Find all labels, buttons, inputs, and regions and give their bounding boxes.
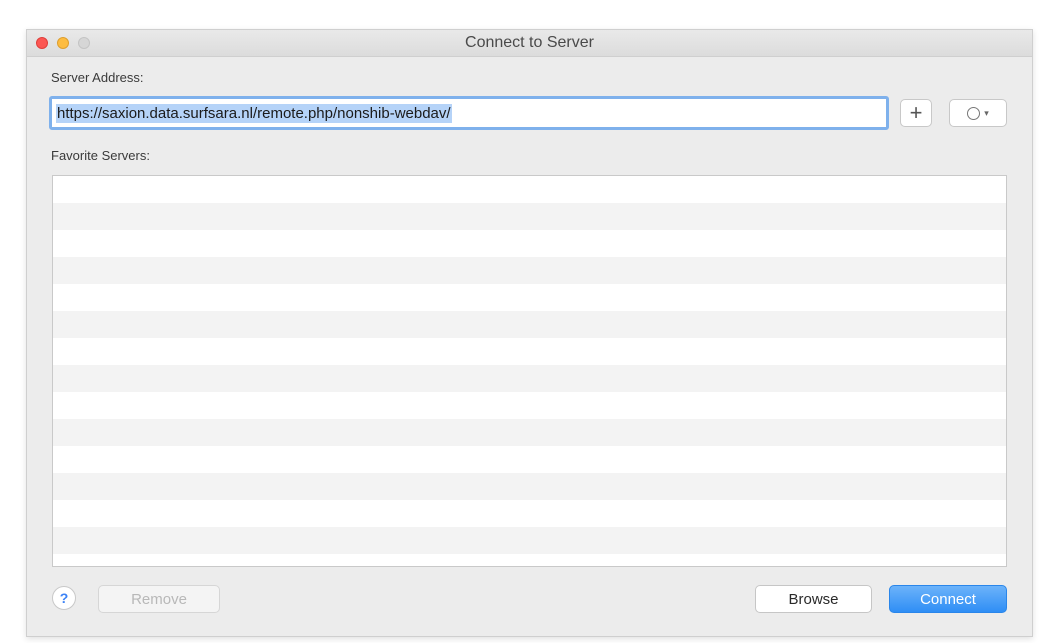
window-title: Connect to Server — [465, 34, 594, 51]
help-button[interactable]: ? — [52, 586, 76, 610]
connect-to-server-window: Connect to Server Server Address: https:… — [26, 29, 1033, 637]
server-address-value: https://saxion.data.surfsara.nl/remote.p… — [56, 103, 452, 123]
favorite-servers-list[interactable] — [52, 175, 1007, 567]
remove-button: Remove — [98, 585, 220, 613]
favorite-servers-label: Favorite Servers: — [51, 148, 150, 163]
server-address-input[interactable]: https://saxion.data.surfsara.nl/remote.p… — [49, 96, 889, 130]
plus-icon: + — [909, 100, 923, 125]
chevron-down-icon: ▾ — [984, 107, 989, 118]
recent-servers-button[interactable]: ▾ — [949, 99, 1007, 127]
browse-button[interactable]: Browse — [755, 585, 872, 613]
add-to-favorites-button[interactable]: + — [900, 99, 932, 127]
connect-button[interactable]: Connect — [889, 585, 1007, 613]
title-bar[interactable]: Connect to Server — [27, 30, 1032, 57]
server-address-label: Server Address: — [51, 70, 144, 85]
clock-icon — [967, 106, 981, 120]
